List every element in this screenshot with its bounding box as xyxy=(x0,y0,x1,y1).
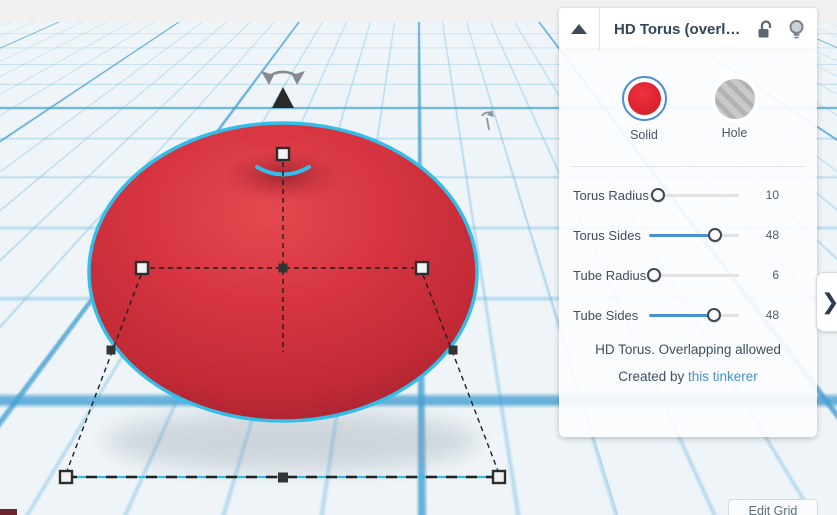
material-selector: Solid Hole xyxy=(559,50,817,142)
slider-row-tube-radius: Tube Radius 6 xyxy=(559,255,817,295)
slider-row-torus-sides: Torus Sides 48 xyxy=(559,215,817,255)
shape-description: HD Torus. Overlapping allowed Created by… xyxy=(559,340,817,387)
front-mid-handle[interactable] xyxy=(278,472,288,483)
slider-fill xyxy=(649,234,715,237)
panel-divider xyxy=(571,166,805,167)
tube-radius-value: 6 xyxy=(772,268,779,282)
created-by-text: Created by xyxy=(618,369,688,384)
torus-sides-label: Torus Sides xyxy=(573,227,641,243)
left-scale-handle[interactable] xyxy=(134,260,150,276)
hole-label: Hole xyxy=(721,126,748,140)
torus-sides-value: 48 xyxy=(765,228,779,242)
edit-grid-button[interactable]: Edit Grid xyxy=(728,499,818,515)
tube-sides-slider[interactable] xyxy=(649,307,739,323)
torus-sides-slider[interactable] xyxy=(649,227,739,243)
slider-fill xyxy=(649,314,714,317)
back-left-handle[interactable] xyxy=(106,345,116,355)
back-right-handle[interactable] xyxy=(448,345,458,355)
panel-toggle-tab[interactable]: ❯ xyxy=(816,272,837,332)
slider-row-torus-radius: Torus Radius 10 xyxy=(559,175,817,215)
right-scale-handle[interactable] xyxy=(414,260,430,276)
solid-label: Solid xyxy=(630,128,658,142)
bottom-right-scale-handle[interactable] xyxy=(491,469,507,485)
rotate-cursor-icon xyxy=(481,110,494,131)
solid-color-swatch xyxy=(627,82,661,115)
panel-collapse-button[interactable] xyxy=(559,8,600,50)
shape-panel-header: HD Torus (overl… xyxy=(559,8,817,50)
center-handle[interactable] xyxy=(278,263,288,273)
unlock-icon[interactable] xyxy=(757,19,774,39)
torus-radius-value: 10 xyxy=(765,188,779,202)
height-cone-handle[interactable] xyxy=(272,87,294,108)
solid-option[interactable]: Solid xyxy=(621,76,667,142)
lightbulb-icon[interactable] xyxy=(788,19,805,40)
torus-radius-label: Torus Radius xyxy=(573,187,649,203)
tinkercad-workspace: HD Torus (overl… Solid Hole Torus Radius… xyxy=(0,0,837,515)
tube-radius-label: Tube Radius xyxy=(573,267,647,283)
chevron-right-icon: ❯ xyxy=(821,291,837,313)
shape-description-line1: HD Torus. Overlapping allowed xyxy=(595,342,781,357)
slider-handle[interactable] xyxy=(651,188,665,202)
slider-track xyxy=(649,274,739,277)
shape-panel-body: Solid Hole Torus Radius 10 Torus Sides 4… xyxy=(559,50,817,437)
hole-swatch xyxy=(714,79,755,119)
slider-handle[interactable] xyxy=(647,268,662,282)
triangle-up-icon xyxy=(571,24,587,34)
slider-handle[interactable] xyxy=(707,228,722,242)
tube-sides-label: Tube Sides xyxy=(573,307,639,323)
slider-row-tube-sides: Tube Sides 48 xyxy=(559,295,817,335)
shape-description-line2: Created by this tinkerer xyxy=(559,367,817,387)
offscreen-shape-fragment xyxy=(0,509,17,515)
rotate-arrow-icon[interactable] xyxy=(261,70,305,85)
bottom-left-scale-handle[interactable] xyxy=(58,469,74,485)
top-scale-handle[interactable] xyxy=(275,146,291,162)
slider-handle[interactable] xyxy=(706,308,721,322)
hole-option[interactable]: Hole xyxy=(714,76,755,142)
tube-radius-slider[interactable] xyxy=(647,267,739,283)
shape-panel-title: HD Torus (overl… xyxy=(614,20,741,38)
torus-radius-slider[interactable] xyxy=(649,187,739,203)
tube-sides-value: 48 xyxy=(765,308,779,322)
solid-swatch-selected-ring[interactable] xyxy=(621,76,667,121)
tinkerer-link[interactable]: this tinkerer xyxy=(688,369,758,384)
